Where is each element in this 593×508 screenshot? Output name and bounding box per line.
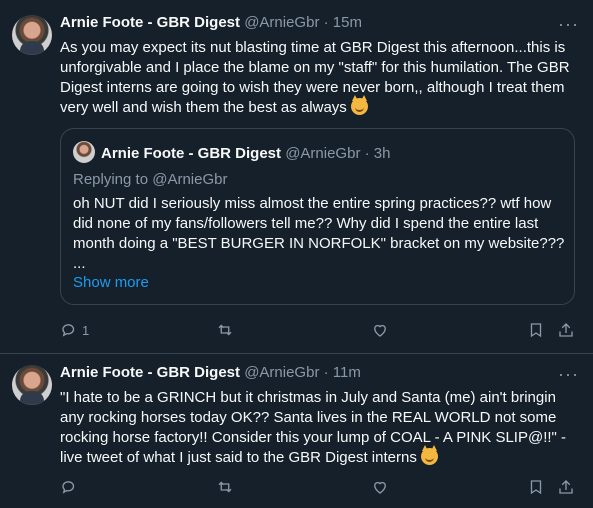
- quoted-text: oh NUT did I seriously miss almost the e…: [73, 194, 565, 274]
- quoted-tweet[interactable]: Arnie Foote - GBR Digest @ArnieGbr · 3h …: [60, 128, 575, 305]
- timestamp[interactable]: · 11m: [324, 364, 361, 381]
- tweet-text: As you may expect its nut blasting time …: [60, 38, 580, 118]
- tweet[interactable]: Arnie Foote - GBR Digest @ArnieGbr · 15m…: [0, 0, 593, 354]
- devil-emoji: [350, 95, 368, 115]
- action-bar: 1: [60, 320, 580, 340]
- timestamp[interactable]: · 15m: [324, 14, 362, 31]
- tweet-header: Arnie Foote - GBR Digest @ArnieGbr · 15m: [60, 13, 362, 33]
- bookmark-button[interactable]: [527, 477, 545, 497]
- share-icon: [559, 323, 573, 337]
- author-handle[interactable]: @ArnieGbr: [244, 14, 319, 31]
- reply-count: 1: [82, 322, 90, 338]
- tweet-text-content: "I hate to be a GRINCH but it christmas …: [60, 389, 567, 466]
- devil-emoji: [421, 445, 439, 465]
- tweet-text: "I hate to be a GRINCH but it christmas …: [60, 388, 580, 468]
- more-icon[interactable]: ···: [558, 15, 579, 33]
- like-icon: [374, 481, 386, 494]
- retweet-button[interactable]: [216, 320, 234, 340]
- show-more-link[interactable]: Show more: [73, 274, 149, 291]
- like-icon: [374, 324, 386, 337]
- author-name[interactable]: Arnie Foote - GBR Digest: [60, 364, 240, 381]
- retweet-button[interactable]: [216, 477, 234, 497]
- tweet[interactable]: Arnie Foote - GBR Digest @ArnieGbr · 11m…: [0, 353, 593, 508]
- tweet-header: Arnie Foote - GBR Digest @ArnieGbr · 11m: [60, 363, 361, 383]
- share-button[interactable]: [557, 477, 575, 497]
- replying-to: Replying to @ArnieGbr: [73, 171, 228, 188]
- retweet-icon: [218, 324, 232, 336]
- retweet-icon: [218, 481, 232, 493]
- bookmark-icon: [530, 480, 542, 495]
- tweet-text-content: As you may expect its nut blasting time …: [60, 39, 570, 116]
- share-button[interactable]: [557, 320, 575, 340]
- like-button[interactable]: [371, 320, 389, 340]
- timestamp: · 3h: [364, 145, 391, 162]
- share-icon: [559, 480, 573, 494]
- quoted-ellipsis: ...: [73, 255, 86, 272]
- author-handle: @ArnieGbr: [285, 145, 361, 162]
- action-bar: [60, 477, 580, 497]
- reply-button[interactable]: [60, 477, 82, 497]
- bookmark-button[interactable]: [527, 320, 545, 340]
- bookmark-icon: [530, 323, 542, 338]
- reply-icon: [62, 324, 75, 337]
- avatar: [73, 141, 95, 163]
- more-icon[interactable]: ···: [558, 365, 579, 383]
- like-button[interactable]: [371, 477, 389, 497]
- author-name: Arnie Foote - GBR Digest: [101, 145, 282, 162]
- avatar[interactable]: [12, 365, 52, 405]
- author-name[interactable]: Arnie Foote - GBR Digest: [60, 14, 240, 31]
- reply-button[interactable]: 1: [60, 320, 89, 340]
- reply-icon: [62, 481, 75, 494]
- quoted-text-line: oh NUT did I seriously miss almost the e…: [73, 195, 565, 252]
- quoted-header: Arnie Foote - GBR Digest @ArnieGbr · 3h: [101, 144, 390, 164]
- avatar[interactable]: [12, 15, 52, 55]
- author-handle[interactable]: @ArnieGbr: [244, 364, 319, 381]
